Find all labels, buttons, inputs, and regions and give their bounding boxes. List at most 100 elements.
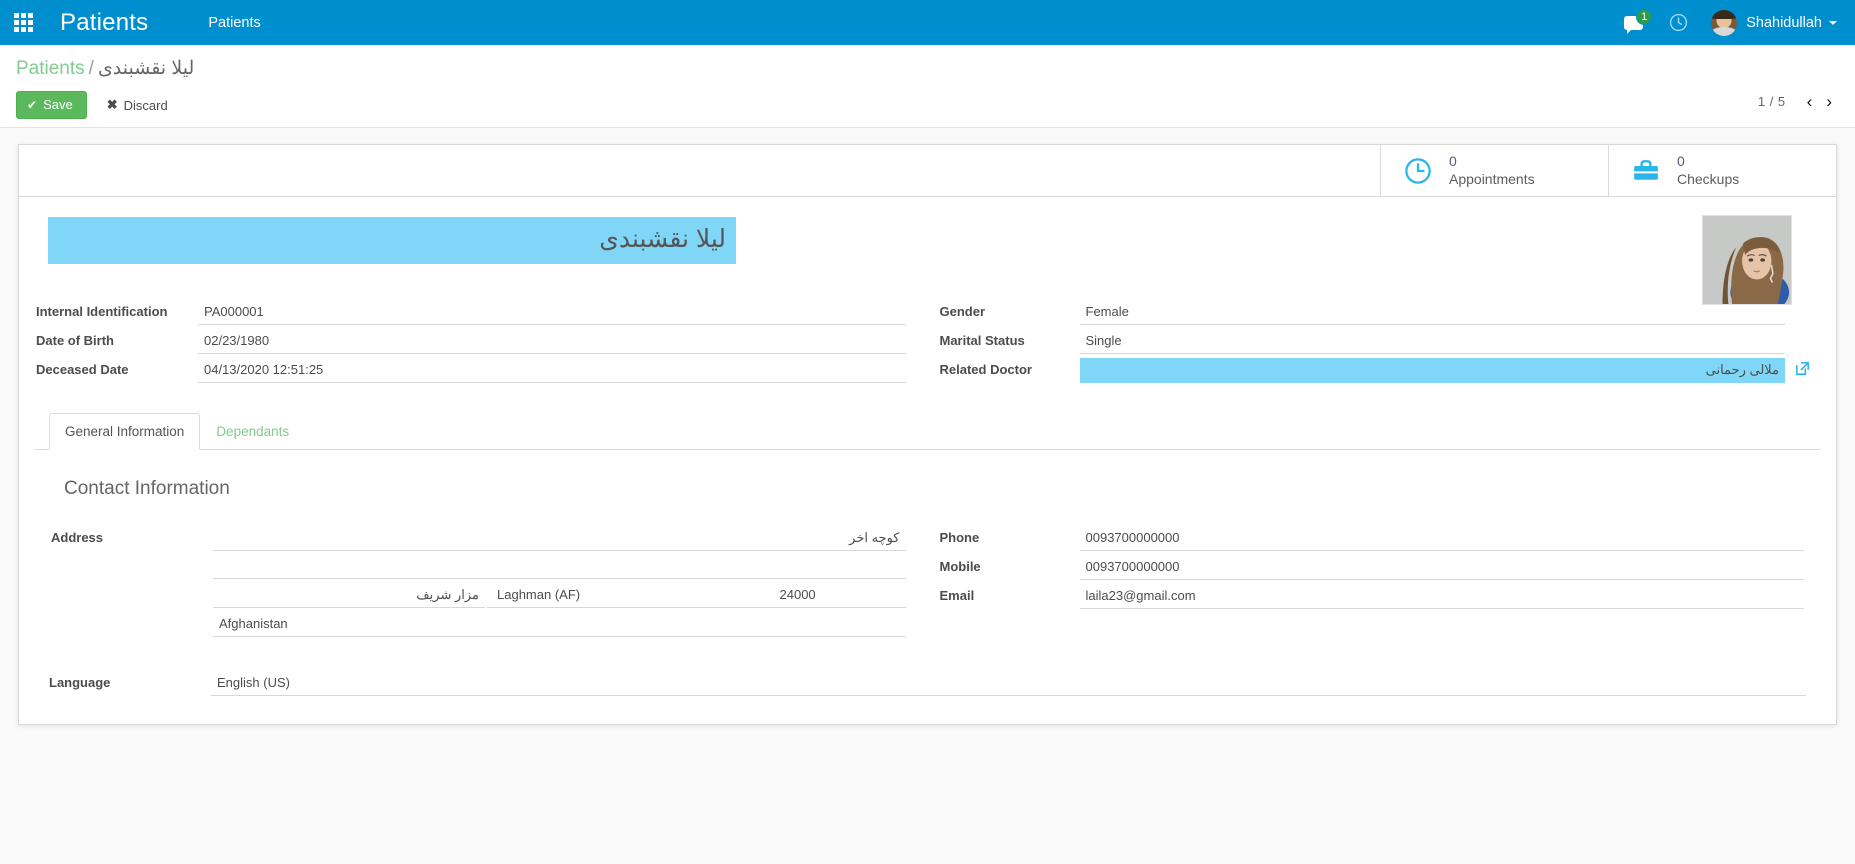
label-date-of-birth: Date of Birth [36, 333, 114, 348]
user-menu[interactable]: Shahidullah [1701, 0, 1843, 45]
label-address: Address [51, 530, 104, 545]
apps-grid-icon[interactable] [0, 0, 46, 45]
field-row-marital-status: Marital Status Single [940, 329, 1820, 354]
close-icon: ✖ [106, 97, 118, 112]
check-icon: ✔ [27, 98, 38, 112]
input-date-of-birth[interactable]: 02/23/1980 [198, 329, 906, 354]
input-address-street2[interactable] [213, 555, 906, 579]
navbar-right-group: 1 Shahidullah [1611, 0, 1843, 45]
open-related-doctor-button[interactable] [1785, 358, 1819, 377]
field-row-date-of-birth: Date of Birth 02/23/1980 [36, 329, 906, 354]
field-row-email: Email laila23@gmail.com [939, 584, 1804, 609]
pager-value: 1 / 5 [1757, 94, 1786, 109]
stat-label-checkups: Checkups [1677, 170, 1740, 187]
stat-button-box: 0 Appointments 0 Checkups [19, 145, 1836, 197]
activities-button[interactable] [1656, 0, 1701, 45]
patient-photo[interactable] [1702, 215, 1792, 305]
contact-left-column: Address کوچه اخر مزار شریف Laghman (AF) … [51, 526, 928, 641]
stat-button-appointments[interactable]: 0 Appointments [1380, 145, 1608, 196]
field-row-gender: Gender Female [940, 300, 1820, 325]
messages-badge: 1 [1636, 9, 1653, 25]
input-email[interactable]: laila23@gmail.com [1079, 584, 1804, 609]
breadcrumb-current: لیلا نقشبندی [97, 58, 195, 79]
select-language[interactable]: English (US) [211, 671, 1806, 696]
spacer-marital-status [1785, 329, 1819, 331]
pager-previous-button[interactable]: ‹ [1800, 93, 1820, 110]
header-right-column: Gender Female Marital Status Single Rela… [928, 300, 1820, 387]
label-gender: Gender [939, 304, 986, 319]
stat-value-appointments: 0 [1449, 153, 1457, 169]
stat-label-appointments: Appointments [1449, 170, 1535, 187]
external-link-icon [1795, 362, 1809, 375]
clock-icon [1405, 157, 1431, 184]
field-row-mobile: Mobile 0093700000000 [939, 555, 1804, 580]
stat-text-checkups: 0 Checkups [1677, 153, 1739, 188]
clock-icon [1670, 13, 1688, 32]
form-view-background: 0 Appointments 0 Checkups لیلا نقشبندی I… [0, 128, 1855, 864]
save-button[interactable]: ✔ Save [16, 91, 87, 119]
messages-button[interactable]: 1 [1611, 0, 1656, 45]
input-deceased-date[interactable]: 04/13/2020 12:51:25 [198, 358, 906, 383]
stat-button-checkups[interactable]: 0 Checkups [1608, 145, 1836, 196]
select-address-state[interactable]: Laghman (AF) [487, 583, 774, 608]
user-name-label: Shahidullah [1746, 14, 1822, 31]
contact-right-column: Phone 0093700000000 Mobile 0093700000000… [928, 526, 1804, 641]
top-navbar: Patients Patients 1 Shahidullah [0, 0, 1855, 45]
input-address-city[interactable]: مزار شریف [213, 583, 485, 608]
label-mobile: Mobile [939, 559, 981, 574]
label-language: Language [49, 675, 111, 690]
field-row-deceased-date: Deceased Date 04/13/2020 12:51:25 [36, 358, 906, 383]
label-related-doctor: Related Doctor [939, 362, 1032, 377]
sheet-body: لیلا نقشبندی Internal Identification PA0… [19, 197, 1836, 724]
stat-value-checkups: 0 [1677, 153, 1685, 169]
pager-next-button[interactable]: › [1819, 93, 1839, 110]
contact-field-grid: Address کوچه اخر مزار شریف Laghman (AF) … [49, 526, 1806, 641]
input-address-zip[interactable]: 24000 [773, 583, 906, 608]
field-row-language: Language English (US) [49, 671, 1806, 696]
input-internal-identification[interactable]: PA000001 [198, 300, 906, 325]
field-row-related-doctor: Related Doctor ملالی رحمانی [940, 358, 1820, 383]
pager: 1 / 5 ‹ › [1758, 93, 1839, 110]
app-brand-title: Patients [60, 8, 149, 36]
notebook-tabs: General Information Dependants [34, 413, 1821, 450]
stat-text-appointments: 0 Appointments [1449, 153, 1535, 188]
tab-general-information[interactable]: General Information [49, 413, 201, 450]
chevron-down-icon [1829, 20, 1837, 25]
field-row-phone: Phone 0093700000000 [939, 526, 1804, 551]
header-left-column: Internal Identification PA000001 Date of… [36, 300, 928, 387]
address-city-state-zip-row: مزار شریف Laghman (AF) 24000 [213, 583, 906, 608]
field-row-internal-identification: Internal Identification PA000001 [36, 300, 906, 325]
label-marital-status: Marital Status [939, 333, 1025, 348]
notebook: General Information Dependants Contact I… [34, 413, 1821, 696]
briefcase-icon [1634, 159, 1658, 180]
patient-name-input[interactable]: لیلا نقشبندی [48, 217, 736, 264]
save-button-label: Save [43, 97, 73, 112]
header-field-grid: Internal Identification PA000001 Date of… [34, 300, 1821, 387]
patient-photo-image [1703, 216, 1791, 304]
breadcrumb-root-link[interactable]: Patients [16, 58, 85, 79]
tab-pane-general-information: Contact Information Address کوچه اخر مزا… [34, 450, 1821, 696]
apps-grid-glyph [13, 13, 33, 32]
control-panel: Patients / لیلا نقشبندی ✔ Save ✖ Discard 1… [0, 45, 1855, 128]
label-internal-identification: Internal Identification [36, 304, 168, 319]
input-related-doctor[interactable]: ملالی رحمانی [1079, 358, 1785, 383]
avatar [1711, 9, 1738, 36]
input-mobile[interactable]: 0093700000000 [1079, 555, 1804, 580]
label-email: Email [939, 588, 975, 603]
field-row-address: Address کوچه اخر مزار شریف Laghman (AF) … [51, 526, 906, 637]
select-address-country[interactable]: Afghanistan [213, 612, 906, 637]
form-sheet: 0 Appointments 0 Checkups لیلا نقشبندی I… [18, 144, 1837, 725]
title-row: لیلا نقشبندی [34, 213, 1821, 264]
input-address-street[interactable]: کوچه اخر [213, 526, 906, 551]
label-phone: Phone [939, 530, 980, 545]
section-title-contact-information: Contact Information [64, 478, 230, 499]
select-gender[interactable]: Female [1079, 300, 1785, 325]
label-deceased-date: Deceased Date [36, 362, 129, 377]
breadcrumb-separator: / [88, 58, 94, 79]
input-phone[interactable]: 0093700000000 [1079, 526, 1804, 551]
select-marital-status[interactable]: Single [1079, 329, 1785, 354]
breadcrumb: Patients / لیلا نقشبندی [0, 45, 1855, 80]
discard-button[interactable]: ✖ Discard [99, 92, 176, 118]
tab-dependants[interactable]: Dependants [200, 413, 305, 450]
nav-menu-patients[interactable]: Patients [208, 15, 260, 31]
